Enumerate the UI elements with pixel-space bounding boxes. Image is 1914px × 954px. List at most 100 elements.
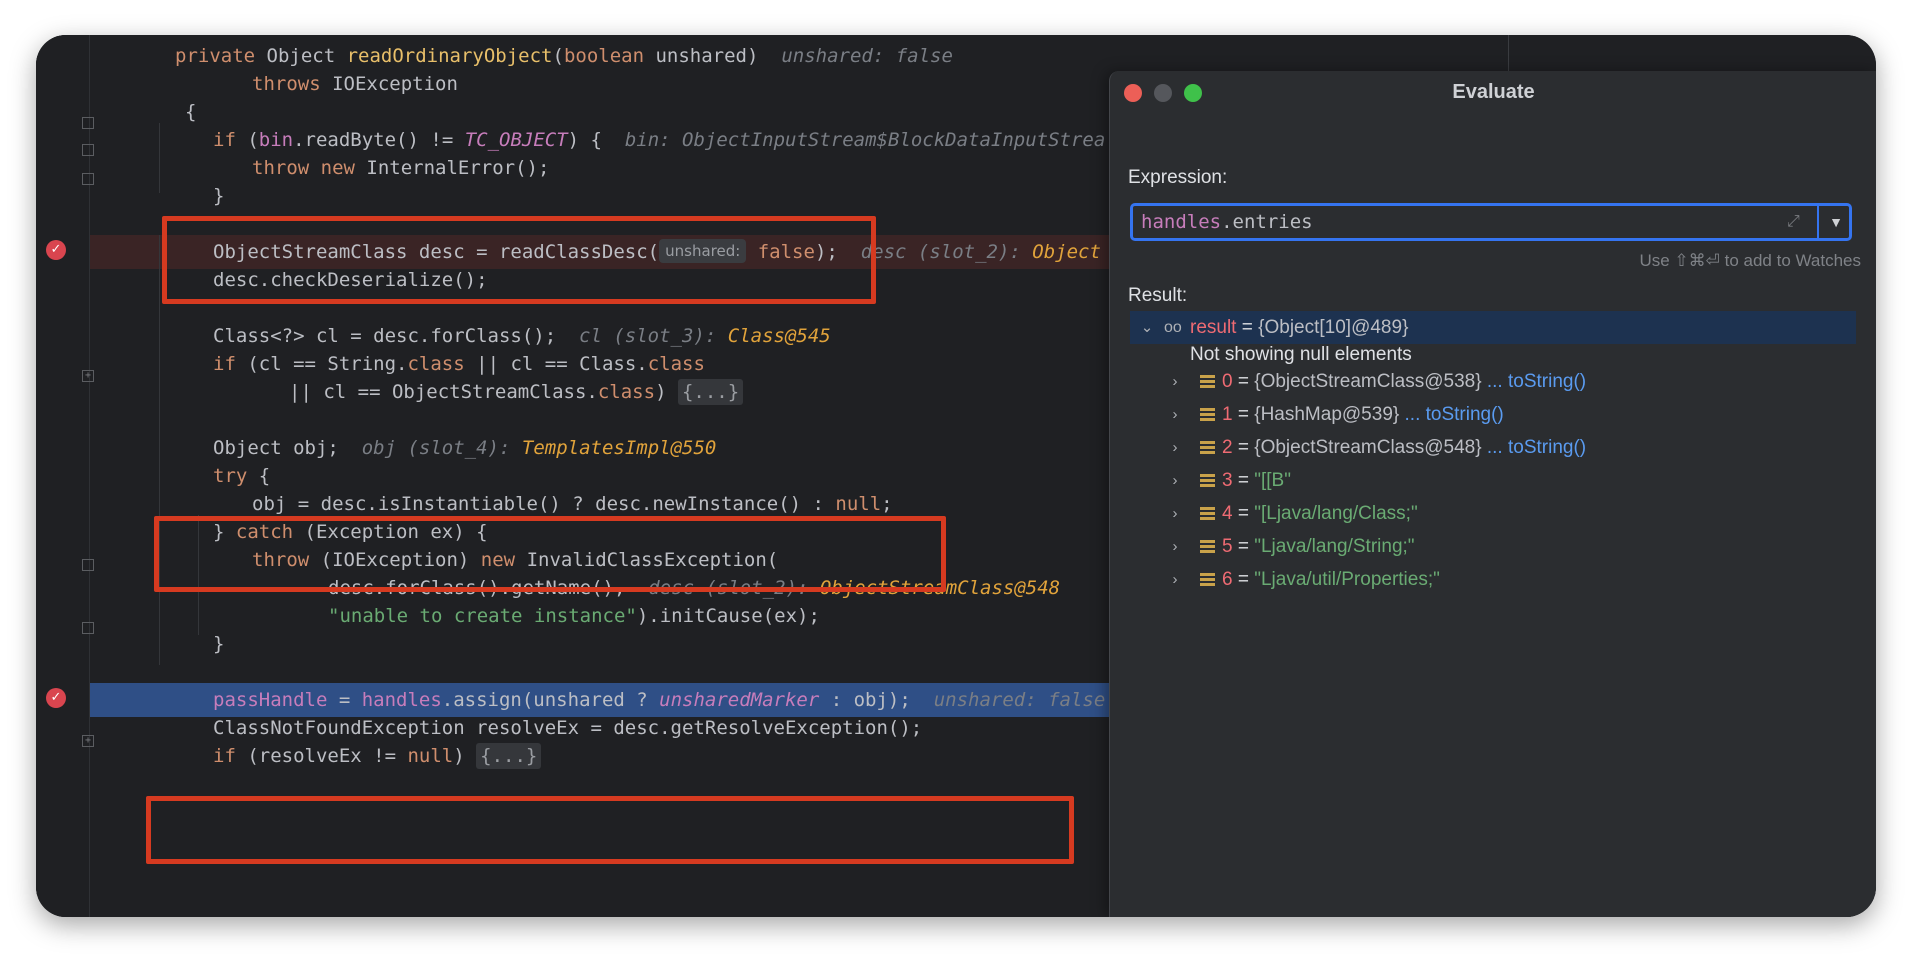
code-token: InternalError(); <box>366 157 550 179</box>
code-token: IOException <box>332 73 458 95</box>
result-value: {Object[10]@489} <box>1258 317 1409 338</box>
code-token: passHandle <box>213 689 328 711</box>
code-token: obj = desc.isInstantiable() ? desc.newIn… <box>252 493 836 515</box>
chevron-right-icon[interactable]: › <box>1168 464 1182 497</box>
entry-text: 6 = "Ljava/util/Properties;" <box>1222 563 1440 596</box>
inline-debug-value: desc (slot_2): <box>860 241 1033 263</box>
result-entry-row[interactable]: › 6 = "Ljava/util/Properties;" <box>1130 563 1856 596</box>
code-token: ).initCause(ex); <box>636 605 820 627</box>
code-token: ) <box>655 381 678 403</box>
code-token: ) <box>453 745 477 767</box>
expression-label: Expression: <box>1128 167 1228 188</box>
chevron-right-icon[interactable]: › <box>1168 497 1182 530</box>
method-name: readOrdinaryObject <box>346 45 553 67</box>
entry-index: 0 <box>1222 371 1233 392</box>
code-token: (resolveEx != <box>247 745 408 767</box>
equals-sign: = <box>1232 437 1255 458</box>
chevron-right-icon[interactable]: › <box>1168 431 1182 464</box>
entry-value: {ObjectStreamClass@548} <box>1254 437 1482 458</box>
entry-text: 4 = "[Ljava/lang/Class;" <box>1222 497 1418 530</box>
expression-field[interactable]: handles.entries ⤢ ▼ <box>1130 203 1852 241</box>
result-tree[interactable]: ⌄ oo result = {Object[10]@489} Not showi… <box>1130 311 1856 917</box>
equals-sign: = <box>1232 371 1255 392</box>
code-text: } <box>213 627 224 661</box>
watch-hint: Use ⇧⌘⏎ to add to Watches <box>1639 251 1861 270</box>
editor-gutter[interactable]: + + ✓ ✓ <box>36 35 94 917</box>
entry-index: 4 <box>1222 503 1233 524</box>
collapsed-block[interactable]: {...} <box>677 379 744 405</box>
tostring-link[interactable]: ... toString() <box>1399 404 1504 425</box>
inline-debug-value: cl (slot_3): <box>579 325 728 347</box>
code-token: || cl == Class. <box>476 353 648 375</box>
code-token: Object obj; <box>213 437 362 459</box>
expand-editor-icon[interactable]: ⤢ <box>1787 213 1805 231</box>
annotation-box <box>154 516 946 592</box>
inline-debug-value: bin: ObjectInputStream$BlockDataInputStr… <box>624 129 1106 151</box>
dialog-title: Evaluate <box>1452 81 1535 103</box>
tostring-link[interactable]: ... toString() <box>1482 437 1586 458</box>
chevron-right-icon[interactable]: › <box>1168 365 1182 398</box>
code-token: ( <box>247 129 259 151</box>
dropdown-separator <box>1817 206 1819 238</box>
code-token: ) { <box>567 129 625 151</box>
array-element-icon <box>1200 573 1215 587</box>
code-token: try <box>213 465 259 487</box>
code-token: Class<?> cl = desc.forClass(); <box>213 325 580 347</box>
code-token: } <box>213 185 225 207</box>
chevron-right-icon[interactable]: › <box>1168 530 1182 563</box>
inline-debug-value: Class@545 <box>727 325 831 347</box>
code-token: Object <box>266 45 347 67</box>
expression-object: handles <box>1141 211 1222 233</box>
array-element-icon <box>1200 375 1215 389</box>
inline-debug-value: TemplatesImpl@550 <box>521 437 717 459</box>
result-name: result <box>1190 317 1237 338</box>
breakpoint-icon[interactable]: ✓ <box>46 240 66 260</box>
code-token: unsharedMarker <box>659 689 820 711</box>
expression-member: .entries <box>1221 211 1313 233</box>
result-entry-row[interactable]: › 2 = {ObjectStreamClass@548} ... toStrin… <box>1130 431 1856 464</box>
code-token: { <box>258 465 271 487</box>
expression-input[interactable]: handles.entries <box>1141 206 1761 238</box>
code-token: unshared) <box>655 45 782 67</box>
code-token: .readByte() != <box>293 129 465 151</box>
equals-sign: = <box>1232 503 1255 524</box>
result-entry-row[interactable]: › 3 = "[[B" <box>1130 464 1856 497</box>
array-element-icon <box>1200 408 1215 422</box>
equals-sign: = <box>1232 569 1255 590</box>
annotation-box <box>162 216 876 304</box>
result-entry-row[interactable]: › 0 = {ObjectStreamClass@538} ... toStrin… <box>1130 365 1856 398</box>
breakpoint-icon[interactable]: ✓ <box>46 688 66 708</box>
entry-index: 6 <box>1222 569 1233 590</box>
chevron-right-icon[interactable]: › <box>1168 398 1182 431</box>
chevron-right-icon[interactable]: › <box>1168 563 1182 596</box>
array-element-icon <box>1200 474 1215 488</box>
code-text: || cl == ObjectStreamClass.class) {...} <box>289 375 744 409</box>
code-token: null <box>407 745 454 767</box>
entry-value: "[[B" <box>1254 470 1291 491</box>
indent-guide <box>159 123 160 193</box>
entry-index: 2 <box>1222 437 1233 458</box>
code-token: bin <box>258 129 294 151</box>
collapsed-block[interactable]: {...} <box>476 743 542 769</box>
code-token: class <box>407 353 477 375</box>
code-token: .assign(unshared ? <box>441 689 660 711</box>
result-entry-row[interactable]: › 5 = "Ljava/lang/String;" <box>1130 530 1856 563</box>
code-token: throws <box>252 73 333 95</box>
entry-index: 5 <box>1222 536 1233 557</box>
code-token: private <box>175 45 267 67</box>
code-token: if <box>213 745 248 767</box>
history-dropdown-button[interactable]: ▼ <box>1823 206 1849 238</box>
code-token: class <box>647 353 705 375</box>
code-text: if (resolveEx != null) {...} <box>213 739 542 773</box>
inline-debug-value: Object <box>1032 241 1101 263</box>
result-entry-row[interactable]: › 4 = "[Ljava/lang/Class;" <box>1130 497 1856 530</box>
code-token: ClassNotFoundException resolveEx = desc.… <box>213 717 923 739</box>
tostring-link[interactable]: ... toString() <box>1482 371 1586 392</box>
entry-value: {ObjectStreamClass@538} <box>1254 371 1482 392</box>
entry-value: "Ljava/lang/String;" <box>1254 536 1415 557</box>
code-token: (cl == String. <box>247 353 408 375</box>
code-token: if <box>213 353 248 375</box>
inline-debug-value: unshared: false <box>933 689 1106 711</box>
result-entry-row[interactable]: › 1 = {HashMap@539} ... toString() <box>1130 398 1856 431</box>
entry-index: 1 <box>1222 404 1233 425</box>
